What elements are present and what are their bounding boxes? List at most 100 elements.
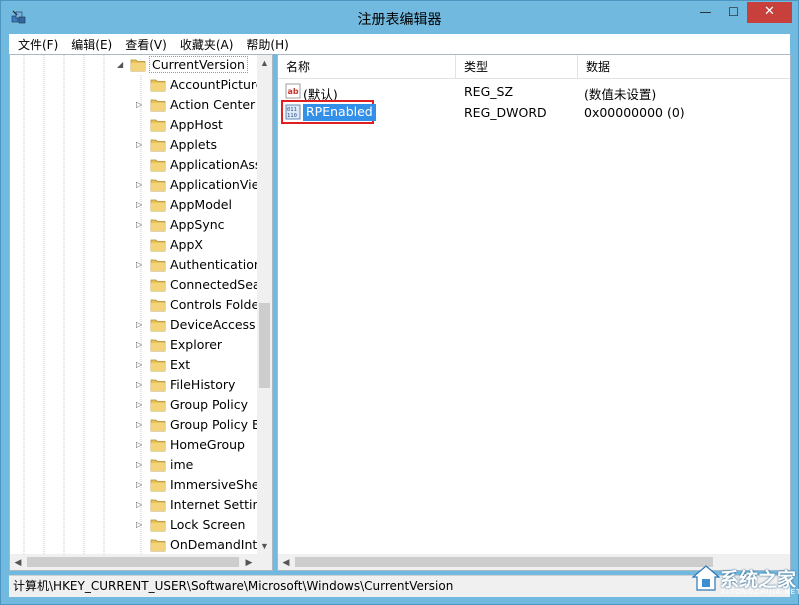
close-button[interactable]: ✕ <box>747 2 792 23</box>
folder-icon <box>150 519 166 532</box>
tree-item[interactable]: ApplicationAss <box>10 155 261 175</box>
folder-icon <box>150 419 166 432</box>
scroll-thumb[interactable] <box>27 557 239 567</box>
tree-item-label: ImmersiveShel <box>170 477 263 492</box>
expand-arrow-icon[interactable]: ▷ <box>136 321 144 329</box>
tree-item[interactable]: ▷ Group Policy E <box>10 415 260 435</box>
expand-arrow-icon[interactable]: ▷ <box>136 521 144 529</box>
status-bar: 计算机\HKEY_CURRENT_USER\Software\Microsoft… <box>9 575 790 597</box>
svg-text:110: 110 <box>287 113 297 119</box>
tree-item[interactable]: ▷ AppModel <box>10 195 260 215</box>
string-value-icon: ab <box>285 83 301 99</box>
value-data: 0x00000000 (0) <box>584 105 685 120</box>
scroll-left-icon[interactable]: ◀ <box>278 554 294 570</box>
scroll-left-icon[interactable]: ◀ <box>10 554 26 570</box>
expand-arrow-icon[interactable]: ▷ <box>136 501 144 509</box>
folder-icon <box>150 499 166 512</box>
folder-icon <box>150 259 166 272</box>
tree-item[interactable]: ▷ Applets <box>10 135 260 155</box>
tree-item[interactable]: ▷ Group Policy <box>10 395 260 415</box>
column-header-data[interactable]: 数据 <box>578 55 790 79</box>
values-pane[interactable]: 名称 类型 数据 ab (默认) REG_SZ (数值未设置) 011 110 … <box>277 54 791 571</box>
tree-item-currentversion[interactable]: ◢ CurrentVersion <box>10 55 260 75</box>
tree-item[interactable]: ▷ HomeGroup <box>10 435 260 455</box>
expand-arrow-icon[interactable]: ▷ <box>136 421 144 429</box>
tree-item[interactable]: ▷ Internet Setting <box>10 495 268 515</box>
value-row-default[interactable]: ab (默认) REG_SZ (数值未设置) <box>278 81 790 102</box>
tree-item-label: Action Center <box>170 97 256 112</box>
collapse-arrow-icon[interactable]: ◢ <box>117 61 125 69</box>
expand-arrow-icon[interactable]: ▷ <box>136 461 144 469</box>
scroll-down-icon[interactable]: ▼ <box>257 538 272 554</box>
expand-arrow-icon[interactable]: ▷ <box>136 141 144 149</box>
expand-arrow-icon[interactable]: ▷ <box>136 441 144 449</box>
maximize-button[interactable]: ☐ <box>720 2 747 23</box>
menu-help[interactable]: 帮助(H) <box>239 36 294 53</box>
tree-vertical-scrollbar[interactable]: ▲ ▼ <box>257 55 272 554</box>
folder-icon <box>150 339 166 352</box>
minimize-button[interactable]: — <box>691 2 720 23</box>
tree-item[interactable]: ▷ Explorer <box>10 335 260 355</box>
dword-value-icon: 011 110 <box>285 104 301 120</box>
tree-item-label: AppX <box>170 237 203 252</box>
tree-item-label: FileHistory <box>170 377 236 392</box>
tree-item-label: Controls Folde <box>170 297 260 312</box>
tree-item[interactable]: OnDemandInte <box>10 535 265 555</box>
scroll-thumb[interactable] <box>295 557 713 567</box>
expand-arrow-icon[interactable]: ▷ <box>136 481 144 489</box>
tree-item-label: HomeGroup <box>170 437 245 452</box>
expand-arrow-icon[interactable]: ▷ <box>136 341 144 349</box>
tree-item[interactable]: ConnectedSear <box>10 275 266 295</box>
tree-item-label: AccountPicture <box>170 77 264 92</box>
tree-item[interactable]: ▷ ImmersiveShel <box>10 475 263 495</box>
menu-view[interactable]: 查看(V) <box>118 36 173 53</box>
tree-item-label: ConnectedSear <box>170 277 266 292</box>
column-header-type[interactable]: 类型 <box>456 55 578 79</box>
menu-edit[interactable]: 编辑(E) <box>64 36 118 53</box>
expand-arrow-icon[interactable]: ▷ <box>136 221 144 229</box>
menu-file[interactable]: 文件(F) <box>11 36 64 53</box>
expand-arrow-icon[interactable]: ▷ <box>136 381 144 389</box>
watermark-subtext: XITONGZHIJIA.NET <box>721 588 799 596</box>
tree-item[interactable]: AppHost <box>10 115 260 135</box>
folder-open-icon <box>130 59 146 72</box>
key-tree-pane[interactable]: ◢ CurrentVersion AccountPicture ▷ Action C… <box>9 54 273 571</box>
tree-item[interactable]: ▷ DeviceAccess <box>10 315 260 335</box>
expand-arrow-icon[interactable]: ▷ <box>136 261 144 269</box>
tree-item[interactable]: AppX <box>10 235 260 255</box>
expand-arrow-icon[interactable]: ▷ <box>136 361 144 369</box>
value-row-rpenabled[interactable]: 011 110 RPEnabled REG_DWORD 0x00000000 (… <box>278 100 790 124</box>
expand-arrow-icon[interactable]: ▷ <box>136 181 144 189</box>
watermark-logo: 系统之家 XITONGZHIJIA.NET <box>687 557 799 603</box>
folder-icon <box>150 279 166 292</box>
menu-favorites[interactable]: 收藏夹(A) <box>173 36 240 53</box>
tree-item[interactable]: AccountPicture <box>10 75 264 95</box>
column-header-name[interactable]: 名称 <box>278 55 456 79</box>
tree-item-label: Explorer <box>170 337 223 352</box>
scroll-up-icon[interactable]: ▲ <box>257 55 272 71</box>
expand-arrow-icon[interactable]: ▷ <box>136 101 144 109</box>
expand-arrow-icon[interactable]: ▷ <box>136 201 144 209</box>
tree-horizontal-scrollbar[interactable]: ◀ ▶ <box>10 554 272 570</box>
folder-icon <box>150 459 166 472</box>
tree-item[interactable]: ▷ Authentication <box>10 255 262 275</box>
expand-arrow-icon[interactable]: ▷ <box>136 401 144 409</box>
tree-item[interactable]: ▷ Action Center <box>10 95 260 115</box>
folder-icon <box>150 539 166 552</box>
tree-item-label: CurrentVersion <box>149 56 248 73</box>
tree-item[interactable]: Controls Folde <box>10 295 260 315</box>
scroll-thumb[interactable] <box>259 303 270 388</box>
value-data: (数值未设置) <box>584 87 657 102</box>
tree-item[interactable]: ▷ FileHistory <box>10 375 260 395</box>
tree-item-label: Lock Screen <box>170 517 246 532</box>
tree-item[interactable]: ▷ Ext <box>10 355 260 375</box>
scroll-right-icon[interactable]: ▶ <box>241 554 257 570</box>
tree-item-label: Group Policy <box>170 397 248 412</box>
tree-item[interactable]: ▷ AppSync <box>10 215 260 235</box>
title-bar[interactable]: 注册表编辑器 — ☐ ✕ <box>1 1 798 34</box>
tree-item[interactable]: ▷ Lock Screen <box>10 515 260 535</box>
value-name-selected[interactable]: RPEnabled <box>303 104 376 121</box>
tree-item[interactable]: ▷ ime <box>10 455 260 475</box>
folder-icon <box>150 219 166 232</box>
tree-item[interactable]: ▷ ApplicationView <box>10 175 270 195</box>
